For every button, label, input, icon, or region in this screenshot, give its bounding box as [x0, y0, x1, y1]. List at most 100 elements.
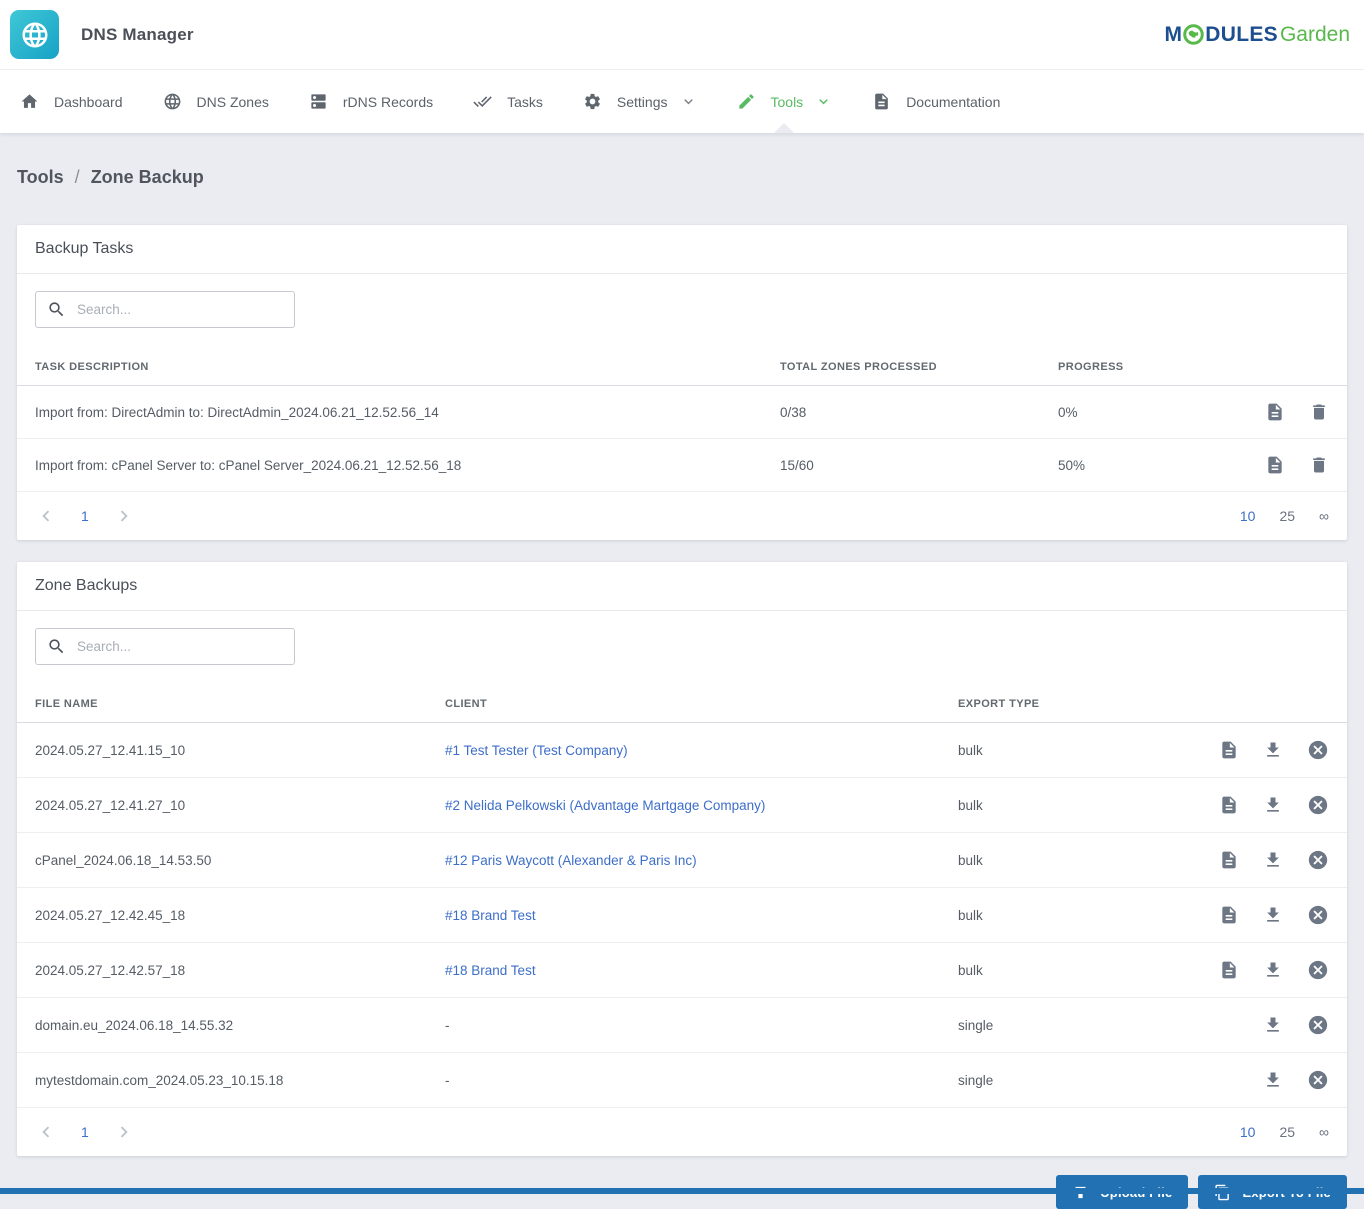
client-link[interactable]: #18 Brand Test [445, 908, 536, 923]
export-type: bulk [940, 943, 1172, 998]
file-name: mytestdomain.com_2024.05.23_10.15.18 [17, 1053, 427, 1108]
file-name: 2024.05.27_12.41.27_10 [17, 778, 427, 833]
breadcrumb-tools[interactable]: Tools [17, 167, 64, 188]
table-row: 2024.05.27_12.42.45_18 #18 Brand Test bu… [17, 888, 1347, 943]
export-type: bulk [940, 723, 1172, 778]
page-number[interactable]: 1 [81, 508, 89, 524]
delete-backup-icon[interactable] [1307, 959, 1329, 981]
task-description: Import from: cPanel Server to: cPanel Se… [17, 439, 762, 492]
delete-backup-icon[interactable] [1307, 849, 1329, 871]
delete-task-icon[interactable] [1309, 402, 1329, 422]
delete-backup-icon[interactable] [1307, 1014, 1329, 1036]
zone-backups-card: Zone Backups FILE NAME CLIENT EXPORT TYP… [17, 562, 1347, 1156]
delete-backup-icon[interactable] [1307, 904, 1329, 926]
table-row: Import from: cPanel Server to: cPanel Se… [17, 439, 1347, 492]
zone-backups-pagination: 1 10 25 ∞ [17, 1108, 1347, 1156]
search-input[interactable] [75, 301, 283, 318]
file-name: cPanel_2024.06.18_14.53.50 [17, 833, 427, 888]
download-icon[interactable] [1263, 795, 1283, 815]
nav-item-tasks[interactable]: Tasks [453, 70, 563, 133]
download-icon[interactable] [1263, 905, 1283, 925]
nav-item-dashboard[interactable]: Dashboard [0, 70, 143, 133]
delete-backup-icon[interactable] [1307, 794, 1329, 816]
nav-item-rdns-records[interactable]: rDNS Records [289, 70, 453, 133]
backup-details-icon[interactable] [1219, 960, 1239, 980]
column-header-total-zones: TOTAL ZONES PROCESSED [762, 348, 1040, 386]
backup-details-icon[interactable] [1219, 850, 1239, 870]
export-type: bulk [940, 888, 1172, 943]
file-name: domain.eu_2024.06.18_14.55.32 [17, 998, 427, 1053]
delete-backup-icon[interactable] [1307, 1069, 1329, 1091]
globe-icon [20, 20, 50, 50]
column-header-task-description: TASK DESCRIPTION [17, 348, 762, 386]
client-link[interactable]: #18 Brand Test [445, 963, 536, 978]
delete-task-icon[interactable] [1309, 455, 1329, 475]
download-icon[interactable] [1263, 960, 1283, 980]
file-name: 2024.05.27_12.41.15_10 [17, 723, 427, 778]
client-empty: - [427, 998, 940, 1053]
nav-label: Settings [617, 94, 668, 110]
breadcrumb-separator: / [75, 167, 80, 188]
logo-text-dules: DULES [1205, 24, 1278, 45]
file-name: 2024.05.27_12.42.45_18 [17, 888, 427, 943]
nav-item-documentation[interactable]: Documentation [852, 70, 1020, 133]
column-header-file-name: FILE NAME [17, 685, 427, 723]
client-empty: - [427, 1053, 940, 1108]
download-icon[interactable] [1263, 740, 1283, 760]
client-link[interactable]: #2 Nelida Pelkowski (Advantage Martgage … [445, 798, 765, 813]
next-page-icon[interactable] [113, 505, 135, 527]
zone-backups-search[interactable] [35, 628, 295, 665]
nav-label: DNS Zones [197, 94, 269, 110]
download-icon[interactable] [1263, 850, 1283, 870]
nav-label: rDNS Records [343, 94, 433, 110]
page-size-10[interactable]: 10 [1240, 508, 1256, 524]
app-logo-tile [10, 10, 59, 59]
card-title: Zone Backups [17, 562, 1347, 611]
progress-value: 50% [1040, 439, 1187, 492]
bottom-accent-bar [0, 1188, 1364, 1194]
column-header-client: CLIENT [427, 685, 940, 723]
page-number[interactable]: 1 [81, 1124, 89, 1140]
download-icon[interactable] [1263, 1015, 1283, 1035]
gear-icon [583, 92, 602, 111]
chevron-down-icon [680, 93, 697, 110]
page-size-25[interactable]: 25 [1279, 1124, 1295, 1140]
zone-backups-table: FILE NAME CLIENT EXPORT TYPE 2024.05.27_… [17, 685, 1347, 1108]
page-size-all[interactable]: ∞ [1319, 1124, 1329, 1140]
nav-item-settings[interactable]: Settings [563, 70, 717, 133]
backup-tasks-search[interactable] [35, 291, 295, 328]
backup-tasks-card: Backup Tasks TASK DESCRIPTION TOTAL ZONE… [17, 225, 1347, 540]
nav-item-tools[interactable]: Tools [717, 70, 853, 133]
task-details-icon[interactable] [1265, 455, 1285, 475]
breadcrumb-current: Zone Backup [91, 167, 204, 188]
zones-processed: 15/60 [762, 439, 1040, 492]
client-link[interactable]: #1 Test Tester (Test Company) [445, 743, 628, 758]
table-row: 2024.05.27_12.41.15_10 #1 Test Tester (T… [17, 723, 1347, 778]
page-size-25[interactable]: 25 [1279, 508, 1295, 524]
backup-details-icon[interactable] [1219, 905, 1239, 925]
prev-page-icon[interactable] [35, 1121, 57, 1143]
double-check-icon [473, 92, 492, 111]
logo-globe-icon [1183, 24, 1204, 45]
export-type: bulk [940, 833, 1172, 888]
card-title: Backup Tasks [17, 225, 1347, 274]
prev-page-icon[interactable] [35, 505, 57, 527]
delete-backup-icon[interactable] [1307, 739, 1329, 761]
nav-item-dns-zones[interactable]: DNS Zones [143, 70, 289, 133]
main-nav: Dashboard DNS Zones rDNS Records Tasks S… [0, 70, 1364, 133]
page-size-10[interactable]: 10 [1240, 1124, 1256, 1140]
app-header: DNS Manager M DULES Garden [0, 0, 1364, 70]
next-page-icon[interactable] [113, 1121, 135, 1143]
download-icon[interactable] [1263, 1070, 1283, 1090]
search-icon [47, 300, 66, 319]
client-link[interactable]: #12 Paris Waycott (Alexander & Paris Inc… [445, 853, 697, 868]
pencil-icon [737, 92, 756, 111]
task-details-icon[interactable] [1265, 402, 1285, 422]
backup-details-icon[interactable] [1219, 740, 1239, 760]
search-input[interactable] [75, 638, 283, 655]
search-icon [47, 637, 66, 656]
backup-details-icon[interactable] [1219, 795, 1239, 815]
page-size-all[interactable]: ∞ [1319, 508, 1329, 524]
chevron-down-icon [815, 93, 832, 110]
logo-text-m: M [1164, 24, 1182, 45]
